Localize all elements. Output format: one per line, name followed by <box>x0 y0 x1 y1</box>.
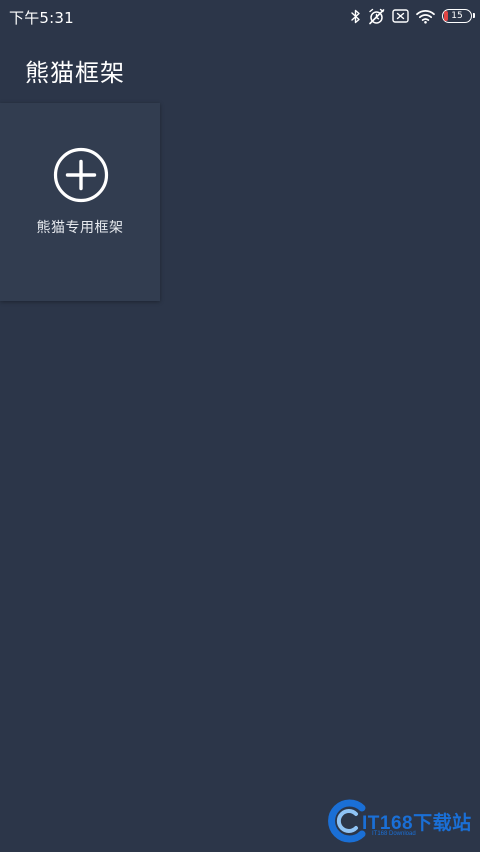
alarm-off-icon <box>368 8 385 25</box>
watermark: IT168下载站 IT168 Download <box>326 798 474 844</box>
status-time: 下午5:31 <box>9 9 74 27</box>
battery-icon: 15 <box>442 9 475 23</box>
status-bar: 下午5:31 15 <box>0 0 480 32</box>
frame-card-label: 熊猫专用框架 <box>36 220 124 236</box>
battery-level: 15 <box>451 10 463 21</box>
sim-off-icon <box>392 9 409 23</box>
add-circle-icon[interactable] <box>52 146 110 204</box>
battery-fill <box>444 11 449 21</box>
status-icons: 15 <box>351 6 475 26</box>
wifi-icon <box>416 9 435 24</box>
page-title: 熊猫框架 <box>25 59 125 87</box>
bluetooth-icon <box>351 9 361 24</box>
watermark-subtext: IT168 Download <box>372 831 416 837</box>
